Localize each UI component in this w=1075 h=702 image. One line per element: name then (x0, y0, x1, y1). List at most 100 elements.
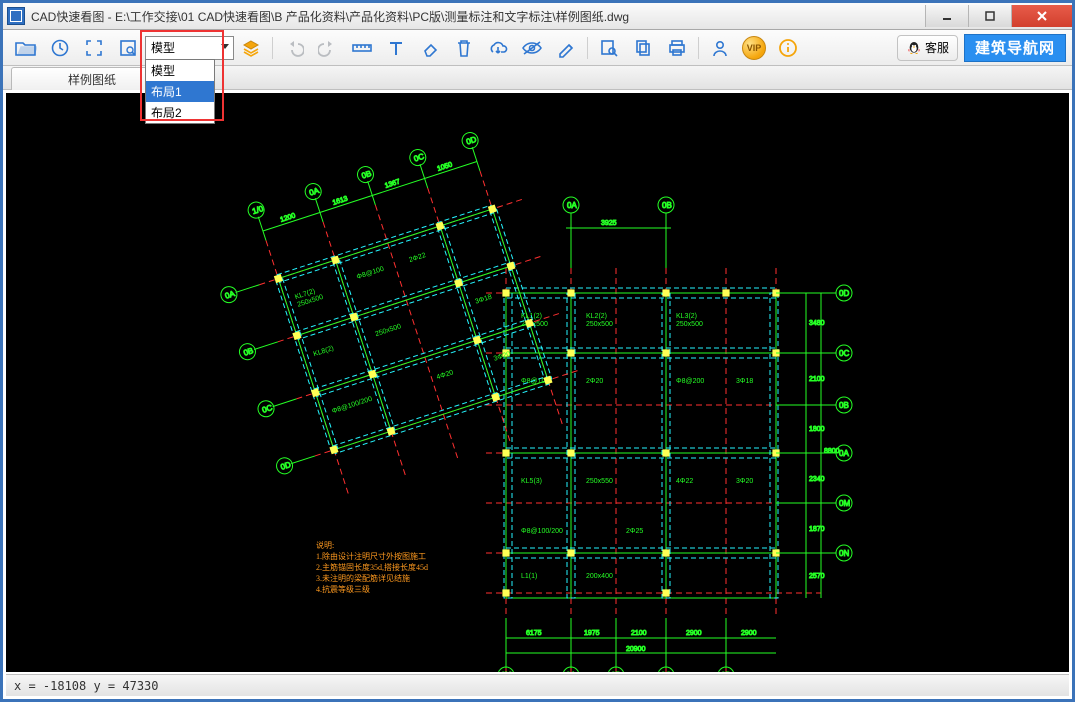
svg-text:2Φ20: 2Φ20 (586, 378, 603, 385)
layout-option-layout1[interactable]: 布局1 (146, 81, 214, 102)
history-icon[interactable] (46, 34, 74, 62)
drawing-canvas[interactable]: .gr{stroke:#25ff25;stroke-width:1;fill:n… (6, 93, 1069, 672)
delete-icon[interactable] (450, 34, 478, 62)
svg-text:Φ8@200: Φ8@200 (676, 378, 704, 385)
svg-text:8800: 8800 (824, 448, 840, 455)
svg-text:0C: 0C (839, 349, 849, 358)
layout-dropdown-list: 模型 布局1 布局2 (145, 59, 215, 124)
cursor-coordinates: x = -18108 y = 47330 (14, 679, 159, 693)
copy-icon[interactable] (629, 34, 657, 62)
text-annotation-icon[interactable] (382, 34, 410, 62)
svg-text:250x500: 250x500 (676, 321, 703, 328)
svg-text:200x400: 200x400 (586, 573, 613, 580)
layers-icon[interactable] (237, 34, 265, 62)
svg-text:0C: 0C (661, 671, 671, 672)
svg-text:0B: 0B (360, 169, 372, 181)
svg-text:0A: 0A (308, 186, 321, 198)
svg-text:1870: 1870 (809, 526, 825, 533)
svg-text:1200: 1200 (279, 212, 296, 224)
svg-text:3Φ20: 3Φ20 (736, 478, 753, 485)
svg-text:2100: 2100 (809, 376, 825, 383)
qq-penguin-icon (906, 40, 922, 56)
svg-text:6175: 6175 (526, 630, 542, 637)
svg-text:0A: 0A (566, 671, 576, 672)
minimize-button[interactable] (925, 5, 968, 27)
svg-text:0C: 0C (261, 403, 274, 415)
layout-option-layout2[interactable]: 布局2 (146, 102, 214, 123)
svg-text:3Φ20: 3Φ20 (493, 351, 512, 363)
layout-selected-label: 模型 (151, 39, 175, 56)
toolbar-separator (587, 37, 588, 59)
svg-text:说明:: 说明: (316, 540, 334, 550)
edit-pen-icon[interactable] (552, 34, 580, 62)
toolbar-right-group: 客服 建筑导航网 (897, 34, 1066, 62)
svg-text:0D: 0D (839, 289, 849, 298)
svg-text:4Φ22: 4Φ22 (676, 478, 693, 485)
svg-text:2100: 2100 (631, 630, 647, 637)
svg-text:KL8(2): KL8(2) (313, 345, 335, 358)
svg-text:2900: 2900 (686, 630, 702, 637)
info-icon[interactable] (774, 34, 802, 62)
find-text-icon[interactable] (595, 34, 623, 62)
svg-text:2340: 2340 (809, 476, 825, 483)
close-button[interactable] (1011, 5, 1072, 27)
window-buttons (925, 5, 1072, 27)
chevron-down-icon (221, 44, 229, 49)
svg-text:0D: 0D (465, 135, 478, 147)
maximize-button[interactable] (968, 5, 1011, 27)
customer-service-button[interactable]: 客服 (897, 35, 958, 61)
svg-text:0B: 0B (839, 401, 849, 410)
svg-text:0A: 0A (567, 201, 577, 210)
user-account-icon[interactable] (706, 34, 734, 62)
svg-text:0B: 0B (242, 346, 254, 358)
svg-text:0N: 0N (839, 549, 849, 558)
open-file-icon[interactable] (12, 34, 40, 62)
svg-text:1367: 1367 (384, 178, 401, 190)
svg-text:1800: 1800 (809, 426, 825, 433)
svg-text:250x500: 250x500 (586, 321, 613, 328)
svg-text:0C: 0C (413, 152, 426, 164)
svg-text:250x500: 250x500 (374, 323, 402, 338)
undo-icon[interactable] (280, 34, 308, 62)
hide-icon[interactable] (518, 34, 546, 62)
app-icon (7, 7, 25, 25)
svg-text:1050: 1050 (436, 161, 453, 173)
svg-text:Φ8@100/200: Φ8@100/200 (331, 396, 373, 416)
svg-text:0X: 0X (501, 671, 511, 672)
svg-text:L1(1): L1(1) (521, 573, 537, 580)
titlebar: CAD快速看图 - E:\工作交接\01 CAD快速看图\B 产品化资料\产品化… (3, 3, 1072, 30)
svg-text:1975: 1975 (584, 630, 600, 637)
svg-text:3.未注明的梁配筋详见结施: 3.未注明的梁配筋详见结施 (316, 573, 410, 583)
vip-label: VIP (742, 36, 766, 60)
svg-text:KL2(2): KL2(2) (586, 313, 607, 320)
cloud-download-icon[interactable] (484, 34, 512, 62)
print-icon[interactable] (663, 34, 691, 62)
toolbar-separator (698, 37, 699, 59)
layout-option-model[interactable]: 模型 (146, 60, 214, 81)
svg-text:3Φ18: 3Φ18 (474, 294, 493, 306)
svg-text:0D: 0D (721, 671, 731, 672)
svg-text:0A: 0A (224, 289, 237, 301)
svg-text:Φ8@100: Φ8@100 (356, 266, 385, 281)
svg-text:2Φ25: 2Φ25 (626, 528, 643, 535)
toolbar: 模型 模型 布局1 布局2 (3, 30, 1072, 66)
svg-text:1613: 1613 (332, 195, 349, 207)
customer-service-label: 客服 (925, 39, 949, 56)
window-title: CAD快速看图 - E:\工作交接\01 CAD快速看图\B 产品化资料\产品化… (31, 8, 629, 25)
layout-dropdown[interactable]: 模型 模型 布局1 布局2 (145, 36, 234, 60)
svg-text:2900: 2900 (741, 630, 757, 637)
cad-drawing: .gr{stroke:#25ff25;stroke-width:1;fill:n… (6, 93, 1069, 672)
svg-text:4.抗震等级三级: 4.抗震等级三级 (316, 584, 370, 594)
measure-icon[interactable] (348, 34, 376, 62)
zoom-window-icon[interactable] (114, 34, 142, 62)
redo-icon[interactable] (314, 34, 342, 62)
svg-text:KL3(2): KL3(2) (676, 313, 697, 320)
building-navsite-button[interactable]: 建筑导航网 (964, 34, 1066, 62)
zoom-extents-icon[interactable] (80, 34, 108, 62)
svg-text:0B: 0B (662, 201, 672, 210)
svg-text:0D: 0D (279, 460, 292, 472)
eraser-icon[interactable] (416, 34, 444, 62)
vip-badge-icon[interactable]: VIP (740, 34, 768, 62)
svg-text:3925: 3925 (601, 220, 617, 227)
document-tab-label: 样例图纸 (68, 71, 116, 88)
